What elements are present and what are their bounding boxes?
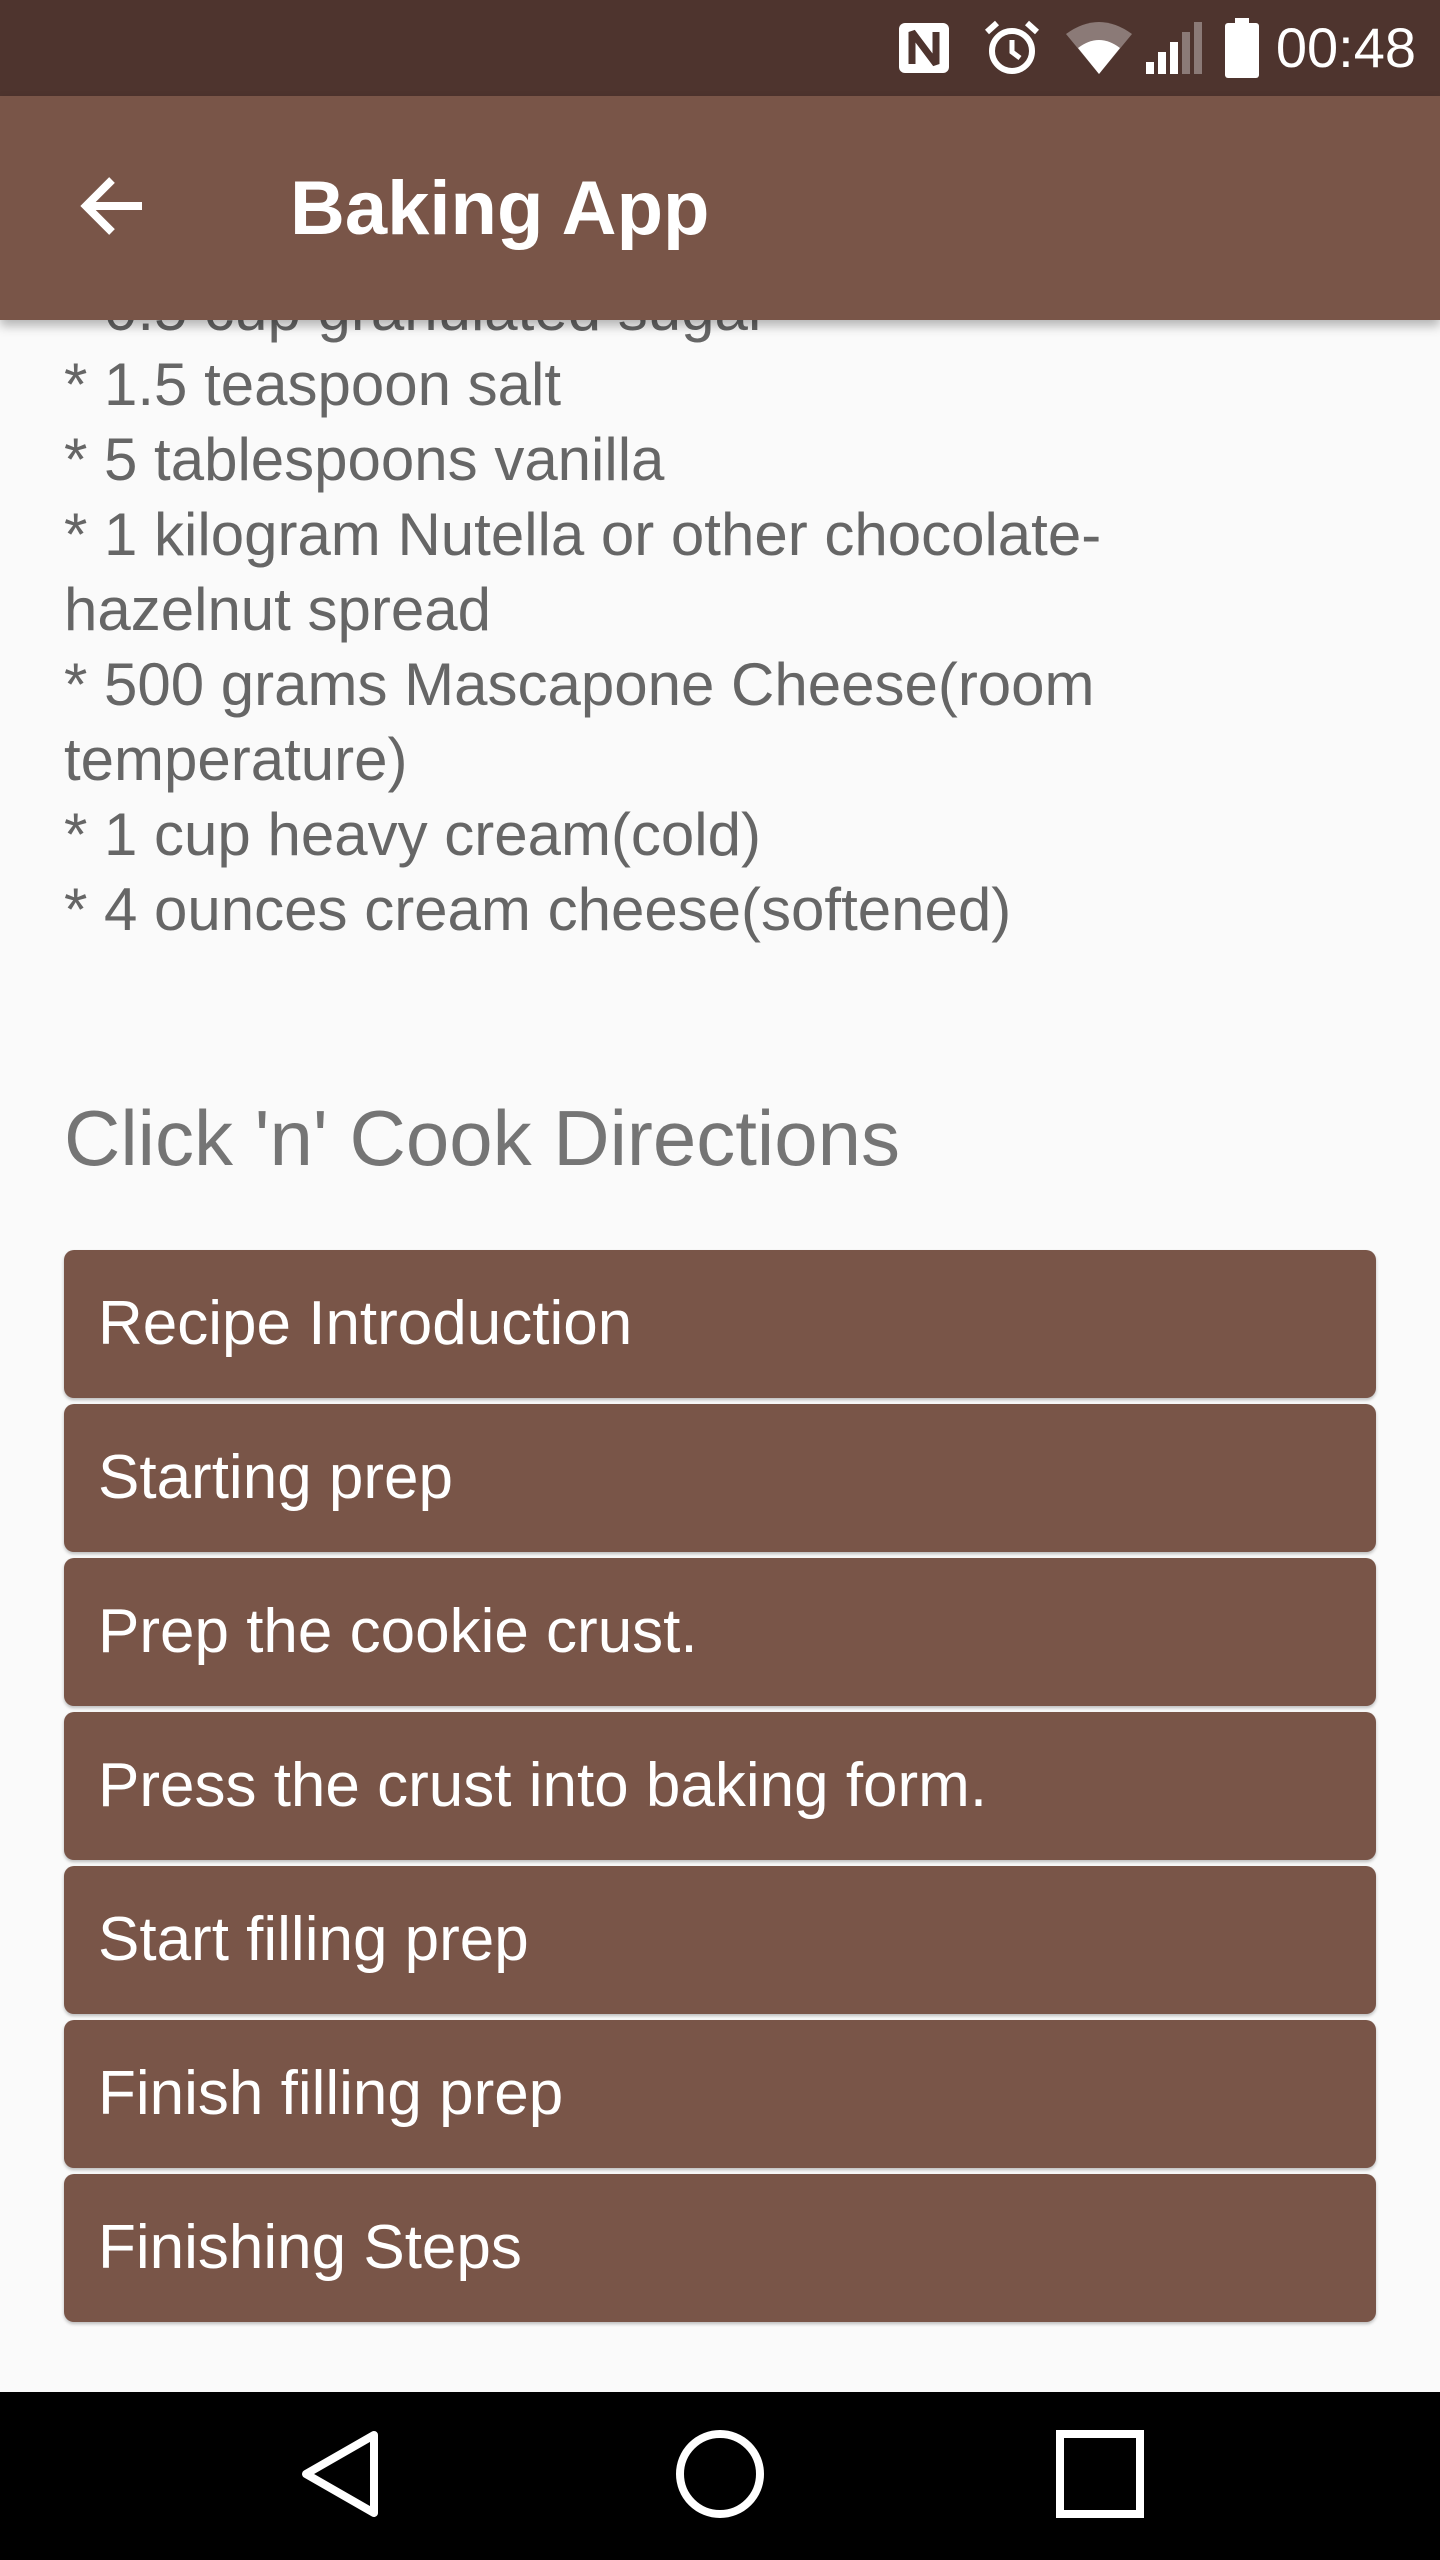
step-button-finish-filling-prep[interactable]: Finish filling prep (64, 2020, 1376, 2168)
recents-square-icon (1056, 2429, 1144, 2523)
step-button-press-crust[interactable]: Press the crust into baking form. (64, 1712, 1376, 1860)
step-button-finishing-steps[interactable]: Finishing Steps (64, 2174, 1376, 2322)
nav-home-button[interactable] (660, 2416, 780, 2536)
signal-icon (1144, 18, 1204, 78)
step-button-starting-prep[interactable]: Starting prep (64, 1404, 1376, 1552)
recipe-content[interactable]: * 0.5 cup granulated sugar * 1.5 teaspoo… (0, 320, 1440, 2392)
ingredient-line: * 5 tablespoons vanilla (64, 426, 665, 493)
home-circle-icon (674, 2428, 766, 2525)
app-bar: Baking App (0, 96, 1440, 320)
alarm-icon (980, 18, 1044, 78)
ingredient-line: * 0.5 cup granulated sugar (64, 320, 1384, 347)
status-time: 00:48 (1275, 16, 1416, 79)
step-button-recipe-introduction[interactable]: Recipe Introduction (64, 1250, 1376, 1398)
directions-title: Click 'n' Cook Directions (64, 1094, 901, 1182)
back-button[interactable] (72, 172, 152, 244)
status-bar: 00:48 (0, 0, 1440, 96)
directions-steps: Recipe Introduction Starting prep Prep t… (64, 1250, 1376, 2328)
ingredient-line: * 500 grams Mascapone Cheese(room (64, 651, 1095, 718)
ingredient-line: temperature) (64, 726, 408, 793)
battery-icon (1222, 18, 1262, 78)
nav-back-button[interactable] (280, 2416, 400, 2536)
ingredient-line: * 4 ounces cream cheese(softened) (64, 876, 1012, 943)
step-button-start-filling-prep[interactable]: Start filling prep (64, 1866, 1376, 2014)
ingredient-line: * 1 cup heavy cream(cold) (64, 801, 761, 868)
back-triangle-icon (298, 2429, 382, 2524)
nav-recents-button[interactable] (1040, 2416, 1160, 2536)
app-title: Baking App (290, 166, 710, 251)
ingredient-line: hazelnut spread (64, 576, 491, 643)
navigation-bar (0, 2392, 1440, 2560)
wifi-icon (1064, 18, 1134, 78)
arrow-back-icon (76, 174, 148, 243)
ingredient-line: * 1.5 teaspoon salt (64, 351, 562, 418)
ingredients-list: * 0.5 cup granulated sugar * 1.5 teaspoo… (64, 320, 1384, 947)
step-button-prep-cookie-crust[interactable]: Prep the cookie crust. (64, 1558, 1376, 1706)
nfc-icon (894, 18, 954, 78)
ingredient-line: * 1 kilogram Nutella or other chocolate- (64, 501, 1102, 568)
